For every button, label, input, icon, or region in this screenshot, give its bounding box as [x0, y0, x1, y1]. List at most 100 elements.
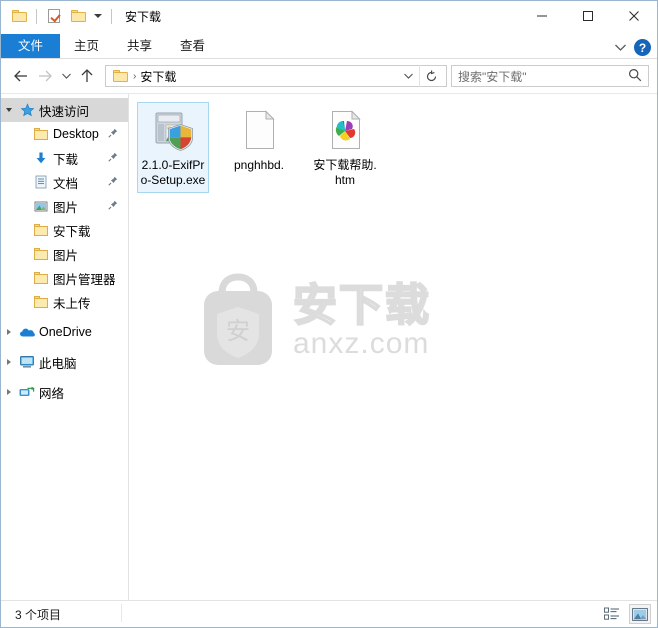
status-bar: 3 个项目 — [1, 600, 657, 627]
sidebar-item-pictures-folder[interactable]: 图片 — [1, 242, 128, 266]
file-explorer-window: 安下载 文件 主页 共享 查看 ? › 安下载 搜索"安下载" 快速访问 Des… — [0, 0, 658, 628]
chevron-down-icon[interactable] — [1, 108, 17, 112]
maximize-button[interactable] — [565, 1, 611, 31]
watermark-badge-icon: 安 — [189, 269, 287, 374]
onedrive-cloud-icon — [17, 326, 37, 338]
chevron-down-icon[interactable] — [398, 69, 419, 83]
sidebar-item-label: 网络 — [39, 386, 65, 401]
document-icon — [31, 175, 51, 189]
sidebar-item-anxiazai[interactable]: 安下载 — [1, 218, 128, 242]
breadcrumb-current[interactable]: 安下载 — [140, 68, 176, 85]
chevron-right-icon[interactable] — [1, 359, 17, 365]
installer-exe-icon — [149, 106, 197, 154]
sidebar-item-label: Desktop — [53, 127, 99, 141]
ribbon-right-controls: ? — [614, 39, 651, 56]
blank-document-icon — [235, 106, 283, 154]
download-arrow-icon — [31, 151, 51, 165]
file-item[interactable]: pnghhbd. — [223, 102, 295, 193]
chevron-right-icon[interactable] — [1, 389, 17, 395]
sidebar-item-quick-access[interactable]: 快速访问 — [1, 98, 128, 122]
file-grid: 2.1.0-ExifPro-Setup.exe pnghhbd. 安下载帮助.h… — [129, 94, 657, 193]
folder-icon — [31, 224, 51, 236]
tab-view[interactable]: 查看 — [166, 34, 219, 58]
pin-icon[interactable] — [108, 175, 118, 189]
view-mode-buttons — [601, 604, 651, 624]
watermark-en: anxz.com — [293, 327, 430, 360]
html-document-icon — [321, 106, 369, 154]
ribbon-tabs: 文件 主页 共享 查看 ? — [1, 31, 657, 59]
sidebar-item-label: 图片 — [53, 200, 79, 215]
pin-icon[interactable] — [108, 151, 118, 165]
network-icon — [17, 385, 37, 399]
file-item[interactable]: 2.1.0-ExifPro-Setup.exe — [137, 102, 209, 193]
title-bar: 安下载 — [1, 1, 657, 31]
sidebar-item-downloads[interactable]: 下载 — [1, 146, 128, 170]
chevron-down-icon[interactable] — [92, 10, 104, 22]
up-button[interactable] — [75, 64, 99, 88]
file-item[interactable]: 安下载帮助.htm — [309, 102, 381, 193]
address-bar: › 安下载 搜索"安下载" — [1, 59, 657, 93]
close-button[interactable] — [611, 1, 657, 31]
watermark-badge-char: 安 — [226, 318, 250, 345]
sidebar-item-label: 文档 — [53, 176, 79, 191]
help-icon[interactable]: ? — [634, 39, 651, 56]
file-name: 安下载帮助.htm — [313, 158, 377, 187]
qat-divider-2 — [111, 8, 112, 24]
quick-access-toolbar: 安下载 — [1, 6, 161, 26]
sidebar-item-label: OneDrive — [39, 325, 92, 339]
tab-share[interactable]: 共享 — [113, 34, 166, 58]
chevron-down-icon[interactable] — [614, 41, 627, 55]
sidebar-item-label: 图片 — [53, 248, 79, 263]
large-icons-view-icon[interactable] — [629, 604, 651, 624]
sidebar-item-label: 图片管理器 — [53, 272, 116, 287]
file-list-view[interactable]: 2.1.0-ExifPro-Setup.exe pnghhbd. 安下载帮助.h… — [129, 94, 657, 600]
minimize-button[interactable] — [519, 1, 565, 31]
address-path-box[interactable]: › 安下载 — [105, 65, 447, 87]
tab-home[interactable]: 主页 — [60, 34, 113, 58]
status-divider — [121, 604, 122, 622]
forward-button[interactable] — [33, 64, 57, 88]
search-input[interactable]: 搜索"安下载" — [451, 65, 649, 87]
qat-divider-1 — [36, 8, 37, 24]
sidebar-item-onedrive[interactable]: OneDrive — [1, 320, 128, 344]
watermark: 安 安下载 anxz.com — [189, 269, 431, 374]
sidebar-item-network[interactable]: 网络 — [1, 380, 128, 404]
recent-locations-icon[interactable] — [57, 64, 75, 88]
breadcrumb-separator: › — [133, 70, 137, 82]
sidebar-item-label: 下载 — [53, 152, 79, 167]
folder-icon — [31, 248, 51, 260]
explorer-body: 快速访问 Desktop 下载 文档 图片 安下载 图片 图片管理器 未上传 O… — [1, 93, 657, 600]
sidebar-item-desktop[interactable]: Desktop — [1, 122, 128, 146]
folder-icon[interactable] — [9, 6, 29, 26]
properties-icon[interactable] — [44, 6, 64, 26]
file-name: pnghhbd. — [233, 158, 285, 172]
item-count-label: 3 个项目 — [15, 607, 62, 622]
sidebar-item-picture-manager[interactable]: 图片管理器 — [1, 266, 128, 290]
sidebar-item-label: 快速访问 — [39, 104, 90, 119]
sidebar-item-pictures[interactable]: 图片 — [1, 194, 128, 218]
window-controls — [519, 1, 657, 31]
pin-icon[interactable] — [108, 127, 118, 141]
file-name: 2.1.0-ExifPro-Setup.exe — [140, 158, 206, 187]
window-title: 安下载 — [125, 9, 162, 24]
details-view-icon[interactable] — [601, 604, 623, 624]
pin-icon[interactable] — [108, 199, 118, 213]
watermark-cn: 安下载 — [292, 281, 431, 330]
tab-file[interactable]: 文件 — [1, 34, 61, 58]
watermark-text: 安下载 anxz.com — [292, 281, 431, 360]
back-button[interactable] — [9, 64, 33, 88]
sidebar-item-label: 未上传 — [53, 296, 91, 311]
sidebar-item-not-uploaded[interactable]: 未上传 — [1, 290, 128, 314]
navigation-pane[interactable]: 快速访问 Desktop 下载 文档 图片 安下载 图片 图片管理器 未上传 O… — [1, 94, 129, 600]
search-icon[interactable] — [628, 68, 642, 85]
sidebar-item-label: 安下载 — [53, 224, 91, 239]
pictures-icon — [31, 200, 51, 213]
chevron-right-icon[interactable] — [1, 329, 17, 335]
search-placeholder: 搜索"安下载" — [458, 69, 527, 84]
refresh-icon[interactable] — [419, 65, 442, 87]
star-pin-icon — [17, 102, 37, 118]
sidebar-item-documents[interactable]: 文档 — [1, 170, 128, 194]
sidebar-item-this-pc[interactable]: 此电脑 — [1, 350, 128, 374]
sidebar-item-label: 此电脑 — [39, 356, 77, 371]
new-folder-icon[interactable] — [68, 6, 88, 26]
